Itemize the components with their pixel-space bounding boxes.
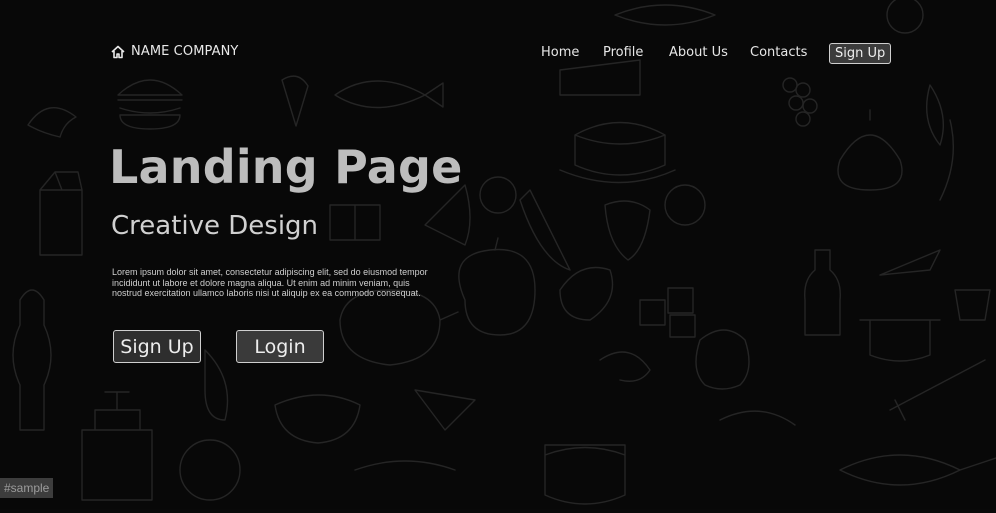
nav-home-link[interactable]: Home: [541, 45, 579, 60]
nav-profile-link[interactable]: Profile: [603, 45, 643, 60]
sign-up-button[interactable]: Sign Up: [113, 330, 201, 363]
background-shade: [0, 0, 996, 513]
nav-about-us-link[interactable]: About Us: [669, 45, 728, 60]
landing-page: NAME COMPANY Home Profile About Us Conta…: [0, 0, 996, 513]
login-button[interactable]: Login: [236, 330, 324, 363]
hero-title: Landing Page: [109, 140, 463, 194]
top-navigation: Home Profile About Us Contacts Sign Up: [0, 43, 996, 64]
hero-subtitle: Creative Design: [111, 211, 319, 241]
nav-sign-up-button[interactable]: Sign Up: [829, 43, 892, 64]
sample-watermark: #sample: [0, 478, 54, 498]
nav-contacts-link[interactable]: Contacts: [750, 45, 807, 60]
hero-description: Lorem ipsum dolor sit amet, consectetur …: [112, 267, 428, 298]
